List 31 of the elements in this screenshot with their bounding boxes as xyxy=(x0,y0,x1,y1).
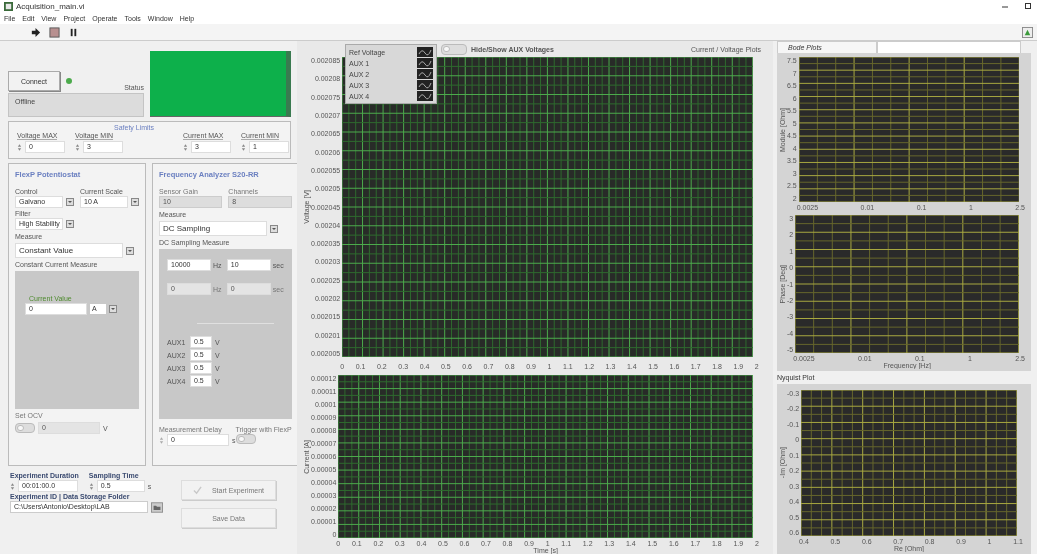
spinner-icon[interactable] xyxy=(88,481,94,491)
aux-toggle-switch[interactable] xyxy=(441,43,467,55)
maximize-icon[interactable] xyxy=(1023,1,1033,11)
dropdown-icon[interactable] xyxy=(270,224,278,233)
dropdown-field[interactable]: DC Sampling xyxy=(159,221,267,236)
line-style-icon[interactable] xyxy=(417,69,433,79)
line-style-icon[interactable] xyxy=(417,47,433,57)
dropdown-field[interactable]: Constant Value xyxy=(15,243,123,258)
folder-icon[interactable] xyxy=(151,501,163,513)
spinner-icon[interactable] xyxy=(10,481,15,491)
dropdown-icon[interactable] xyxy=(66,220,74,228)
spinner-icon[interactable] xyxy=(183,142,188,152)
app-icon xyxy=(4,1,13,11)
checkmark-icon xyxy=(192,485,202,495)
stop-icon[interactable] xyxy=(49,26,60,38)
line-style-icon[interactable] xyxy=(417,91,433,101)
line-style-icon[interactable] xyxy=(417,58,433,68)
dropdown-icon[interactable] xyxy=(66,198,74,206)
window-title: Acquisition_main.vi xyxy=(16,1,85,11)
spinner-icon[interactable] xyxy=(75,142,80,152)
spinner-icon[interactable] xyxy=(17,142,22,152)
context-help-icon[interactable] xyxy=(1022,26,1033,38)
pause-icon[interactable] xyxy=(68,26,79,38)
trigger-switch[interactable] xyxy=(235,434,256,444)
dropdown-icon[interactable] xyxy=(131,198,139,206)
ocv-switch[interactable] xyxy=(15,423,35,433)
dropdown-icon[interactable] xyxy=(126,246,134,255)
run-arrow-icon[interactable] xyxy=(30,26,41,38)
spinner-icon[interactable] xyxy=(241,142,246,152)
dropdown-icon[interactable] xyxy=(109,305,117,313)
line-style-icon[interactable] xyxy=(417,80,433,90)
